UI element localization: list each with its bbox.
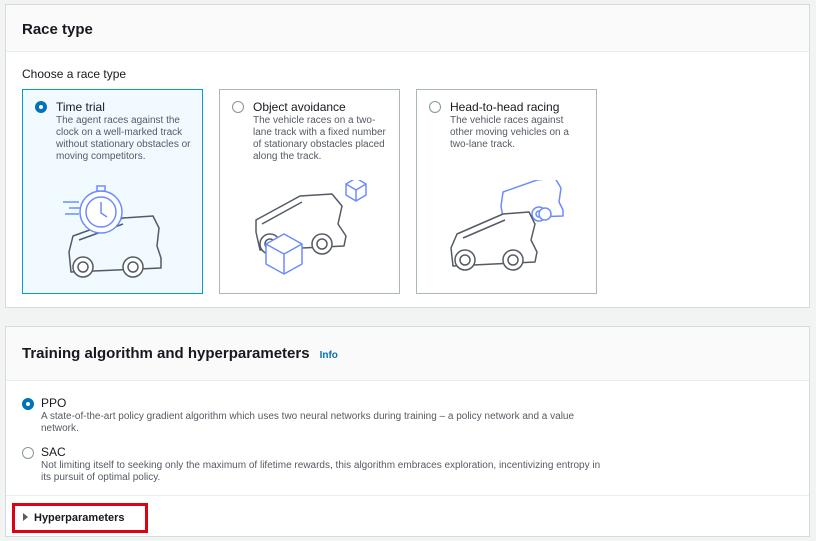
- sac-title: SAC: [41, 445, 66, 459]
- hyperparameters-expander[interactable]: Hyperparameters: [12, 503, 148, 533]
- race-type-header: Race type: [6, 5, 809, 52]
- card-desc-head-to-head: The vehicle races against other moving v…: [450, 115, 569, 150]
- race-type-card-object-avoidance[interactable]: Object avoidance The vehicle races on a …: [219, 89, 400, 294]
- object-avoidance-car-illustration: [255, 180, 367, 275]
- card-desc-time-trial: The agent races against the clock on a w…: [56, 115, 191, 162]
- radio-ppo[interactable]: [22, 398, 34, 410]
- training-algorithm-header: Training algorithm and hyperparameters In…: [6, 327, 809, 381]
- choose-race-type-label: Choose a race type: [22, 67, 127, 81]
- info-link[interactable]: Info: [320, 350, 338, 361]
- head-to-head-cars-illustration: [450, 180, 564, 271]
- race-type-card-head-to-head[interactable]: Head-to-head racing The vehicle races ag…: [416, 89, 597, 294]
- caret-right-icon: [23, 513, 28, 521]
- card-title-head-to-head: Head-to-head racing: [450, 100, 560, 114]
- ppo-description: A state-of-the-art policy gradient algor…: [41, 411, 575, 434]
- radio-head-to-head[interactable]: [429, 101, 441, 113]
- card-title-object-avoidance: Object avoidance: [253, 100, 346, 114]
- race-type-panel: Race type Choose a race type Time trial …: [5, 4, 810, 308]
- race-type-card-time-trial[interactable]: Time trial The agent races against the c…: [22, 89, 203, 294]
- ppo-title: PPO: [41, 396, 67, 410]
- training-algorithm-title: Training algorithm and hyperparameters: [22, 345, 310, 362]
- radio-object-avoidance[interactable]: [232, 101, 244, 113]
- time-trial-car-illustration: [63, 185, 162, 278]
- section-divider: [6, 495, 809, 496]
- radio-sac[interactable]: [22, 447, 34, 459]
- sac-description: Not limiting itself to seeking only the …: [41, 460, 601, 483]
- training-algorithm-panel: Training algorithm and hyperparameters In…: [5, 326, 810, 537]
- race-type-title: Race type: [22, 21, 93, 38]
- card-title-time-trial: Time trial: [56, 100, 105, 114]
- hyperparameters-label: Hyperparameters: [34, 512, 125, 524]
- radio-time-trial[interactable]: [35, 101, 47, 113]
- card-desc-object-avoidance: The vehicle races on a two-lane track wi…: [253, 115, 386, 162]
